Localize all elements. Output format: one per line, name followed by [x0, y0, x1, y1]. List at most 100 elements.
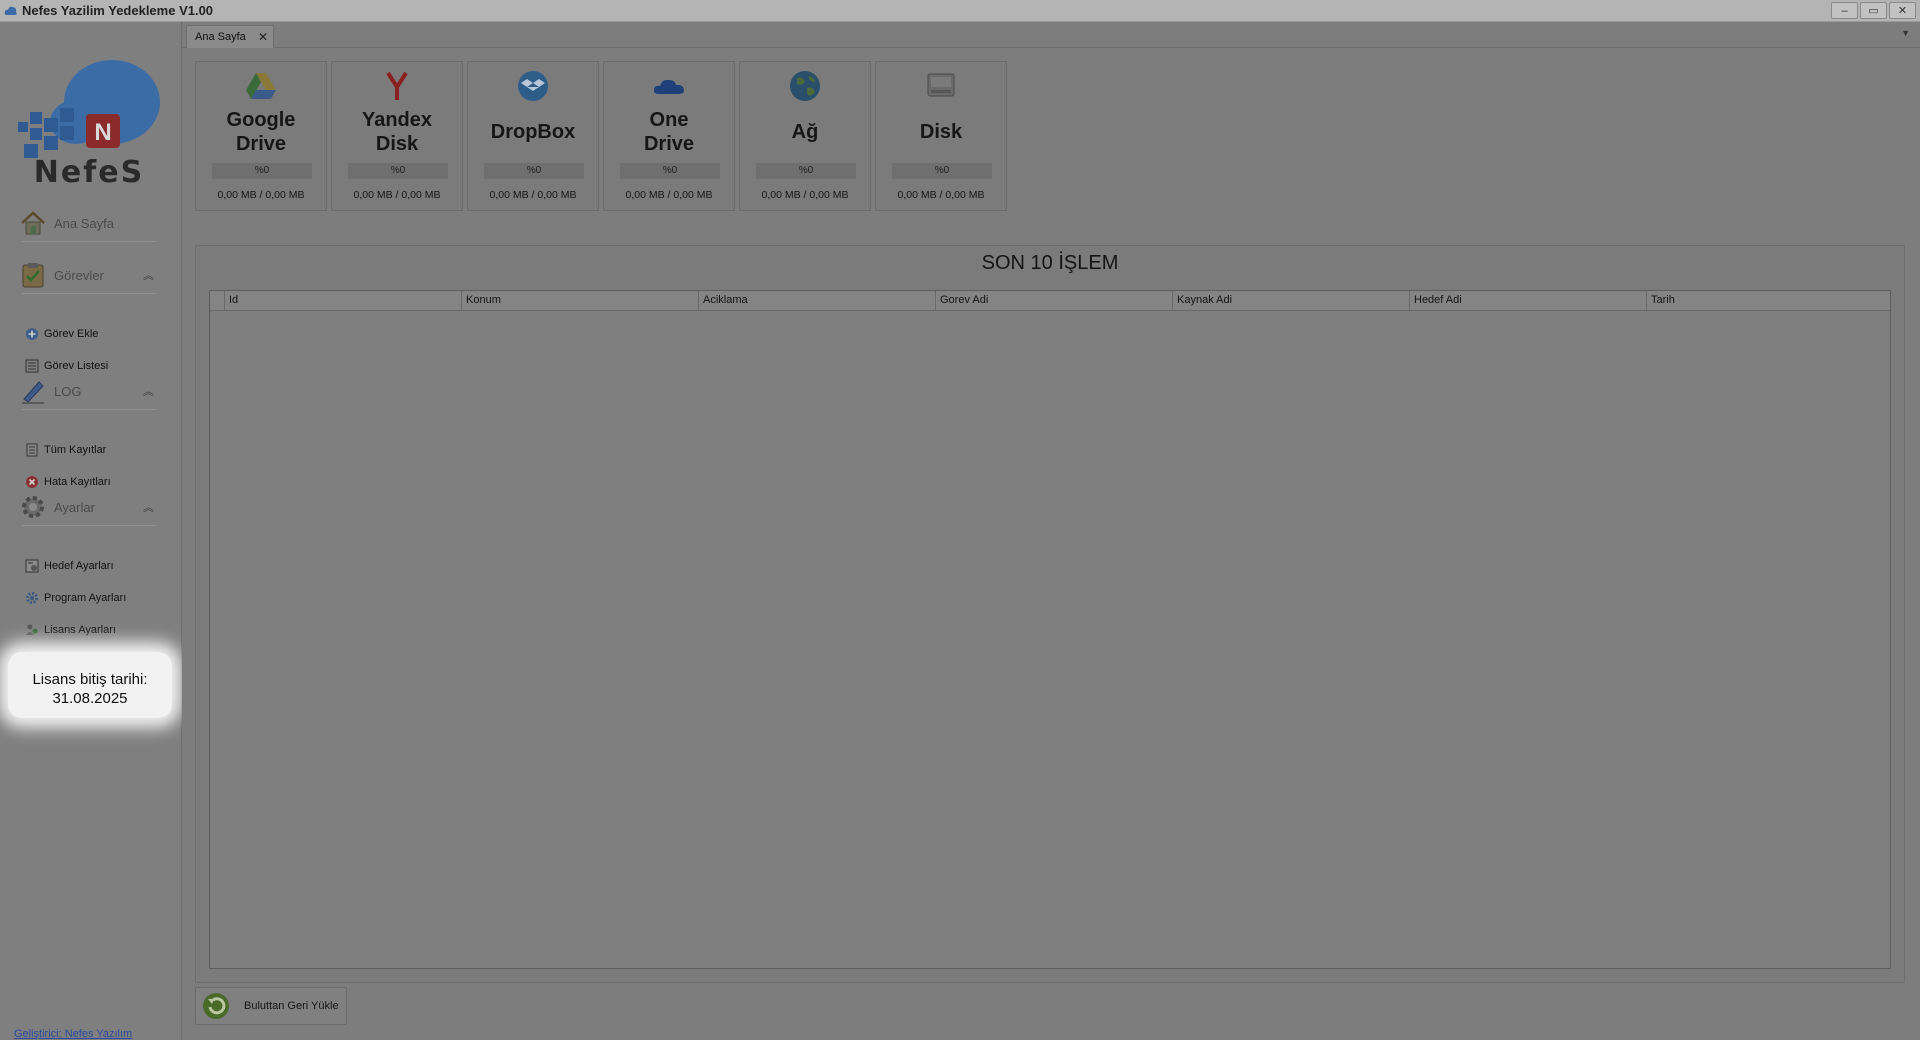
list-icon	[24, 359, 39, 374]
gear-icon	[18, 492, 48, 522]
nav-item-tum-kayitlar[interactable]: Tüm Kayıtlar	[24, 440, 106, 460]
gear-small-icon	[24, 591, 39, 606]
license-date: 31.08.2025	[52, 690, 128, 707]
column-header-hedef-adi[interactable]: Hedef Adi	[1410, 291, 1647, 310]
nav-item-lisans-ayarlari[interactable]: Lisans Ayarları	[24, 620, 116, 640]
row-selector-header[interactable]	[210, 291, 225, 310]
error-icon	[24, 475, 39, 490]
storage-cards: Google Drive %0 0,00 MB / 0,00 MB Yandex…	[195, 61, 1007, 211]
column-header-id[interactable]: Id	[225, 291, 462, 310]
tab-label: Ana Sayfa	[195, 31, 246, 43]
developer-link[interactable]: Geliştirici: Nefes Yazılım	[14, 1028, 132, 1040]
table-header: Id Konum Aciklama Gorev Adi Kaynak Adi H…	[210, 291, 1890, 311]
dropbox-icon	[517, 70, 549, 102]
card-ag[interactable]: Ağ %0 0,00 MB / 0,00 MB	[739, 61, 871, 211]
nav-item-program-ayarlari[interactable]: Program Ayarları	[24, 588, 126, 608]
license-info: Lisans bitiş tarihi: 31.08.2025	[8, 652, 172, 718]
card-size: 0,00 MB / 0,00 MB	[625, 189, 713, 201]
card-title-line2: Disk	[375, 133, 419, 155]
nav-home-label: Ana Sayfa	[54, 215, 114, 231]
progress-bar: %0	[348, 163, 448, 179]
license-label: Lisans bitiş tarihi:	[32, 671, 148, 688]
column-header-kaynak-adi[interactable]: Kaynak Adi	[1173, 291, 1410, 310]
card-title-line2: Drive	[643, 133, 695, 155]
card-one-drive[interactable]: One Drive %0 0,00 MB / 0,00 MB	[603, 61, 735, 211]
restore-button-label: Buluttan Geri Yükle	[244, 1000, 339, 1012]
operations-table[interactable]: Id Konum Aciklama Gorev Adi Kaynak Adi H…	[209, 290, 1891, 969]
card-title: Ağ	[791, 121, 819, 143]
progress-bar: %0	[212, 163, 312, 179]
card-size: 0,00 MB / 0,00 MB	[897, 189, 985, 201]
card-title-line2: Drive	[235, 133, 287, 155]
nav-item-label: Hedef Ayarları	[44, 560, 114, 572]
onedrive-icon	[653, 70, 685, 102]
clipboard-check-icon	[18, 260, 48, 290]
window-title: Nefes Yazilim Yedekleme V1.00	[22, 3, 214, 18]
recent-operations-panel: SON 10 İŞLEM Id Konum Aciklama Gorev Adi…	[195, 245, 1905, 983]
tab-strip: Ana Sayfa ✕ ▼	[182, 22, 1920, 48]
nav-item-gorev-listesi[interactable]: Görev Listesi	[24, 356, 108, 376]
nav-item-label: Hata Kayıtları	[44, 476, 111, 488]
card-yandex-disk[interactable]: Yandex Disk %0 0,00 MB / 0,00 MB	[331, 61, 463, 211]
nav-item-label: Görev Listesi	[44, 360, 109, 372]
card-google-drive[interactable]: Google Drive %0 0,00 MB / 0,00 MB	[195, 61, 327, 211]
card-title: One	[649, 109, 689, 131]
google-drive-icon	[245, 70, 277, 102]
column-header-gorev-adi[interactable]: Gorev Adi	[936, 291, 1173, 310]
card-title: Google	[226, 109, 296, 131]
sidebar: N NefeS Ana Sayfa Görevler ︽ Görev Ekle …	[0, 22, 182, 1040]
nav-item-hedef-ayarlari[interactable]: Hedef Ayarları	[24, 556, 114, 576]
nav-item-label: Program Ayarları	[44, 592, 127, 604]
add-circle-icon	[24, 327, 39, 342]
target-settings-icon	[24, 559, 39, 574]
nav-item-label: Görev Ekle	[44, 328, 99, 340]
progress-bar: %0	[484, 163, 584, 179]
card-title: Yandex	[361, 109, 433, 131]
card-size: 0,00 MB / 0,00 MB	[761, 189, 849, 201]
panel-title: SON 10 İŞLEM	[981, 252, 1119, 274]
tab-ana-sayfa[interactable]: Ana Sayfa ✕	[186, 25, 274, 48]
restore-icon	[200, 990, 232, 1022]
column-header-konum[interactable]: Konum	[462, 291, 699, 310]
minimize-button[interactable]: –	[1831, 2, 1858, 19]
nav-item-gorev-ekle[interactable]: Görev Ekle	[24, 324, 98, 344]
column-header-tarih[interactable]: Tarih	[1647, 291, 1890, 310]
collapse-chevron-icon[interactable]: ︽	[143, 267, 154, 283]
progress-bar: %0	[756, 163, 856, 179]
progress-bar: %0	[892, 163, 992, 179]
home-icon	[18, 208, 48, 238]
restore-window-button[interactable]: ▭	[1860, 2, 1887, 19]
yandex-icon	[381, 70, 413, 102]
nav-group-gorevler[interactable]: Görevler ︽	[18, 258, 158, 292]
nav-group-label: LOG	[54, 383, 82, 399]
card-size: 0,00 MB / 0,00 MB	[489, 189, 577, 201]
nav-item-hata-kayitlari[interactable]: Hata Kayıtları	[24, 472, 111, 492]
progress-bar: %0	[620, 163, 720, 179]
tab-close-icon[interactable]: ✕	[258, 30, 268, 44]
tab-menu-chevron-icon[interactable]: ▼	[1901, 28, 1910, 38]
column-header-aciklama[interactable]: Aciklama	[699, 291, 936, 310]
main-area: Ana Sayfa ✕ ▼ Google Drive %0 0,00 MB / …	[182, 22, 1920, 1040]
nav-group-ayarlar[interactable]: Ayarlar ︽	[18, 490, 158, 524]
app-cloud-icon	[4, 6, 17, 15]
restore-from-cloud-button[interactable]: Buluttan Geri Yükle	[195, 987, 347, 1025]
nav-item-label: Lisans Ayarları	[44, 624, 116, 636]
card-disk[interactable]: Disk %0 0,00 MB / 0,00 MB	[875, 61, 1007, 211]
collapse-chevron-icon[interactable]: ︽	[143, 383, 154, 399]
card-title: Disk	[919, 121, 963, 143]
users-icon	[24, 623, 39, 638]
collapse-chevron-icon[interactable]: ︽	[143, 499, 154, 515]
title-bar: Nefes Yazilim Yedekleme V1.00 – ▭ ✕	[0, 0, 1920, 22]
nav-group-label: Görevler	[54, 267, 104, 283]
nav-group-log[interactable]: LOG ︽	[18, 374, 158, 408]
globe-icon	[789, 70, 821, 102]
card-size: 0,00 MB / 0,00 MB	[353, 189, 441, 201]
close-window-button[interactable]: ✕	[1889, 2, 1916, 19]
nav-home[interactable]: Ana Sayfa	[18, 206, 158, 240]
svg-text:NefeS: NefeS	[34, 155, 144, 190]
nav-item-label: Tüm Kayıtlar	[44, 444, 107, 456]
nefes-logo: N NefeS	[18, 60, 160, 190]
pencil-icon	[18, 376, 48, 406]
card-dropbox[interactable]: DropBox %0 0,00 MB / 0,00 MB	[467, 61, 599, 211]
hard-disk-icon	[925, 70, 957, 102]
